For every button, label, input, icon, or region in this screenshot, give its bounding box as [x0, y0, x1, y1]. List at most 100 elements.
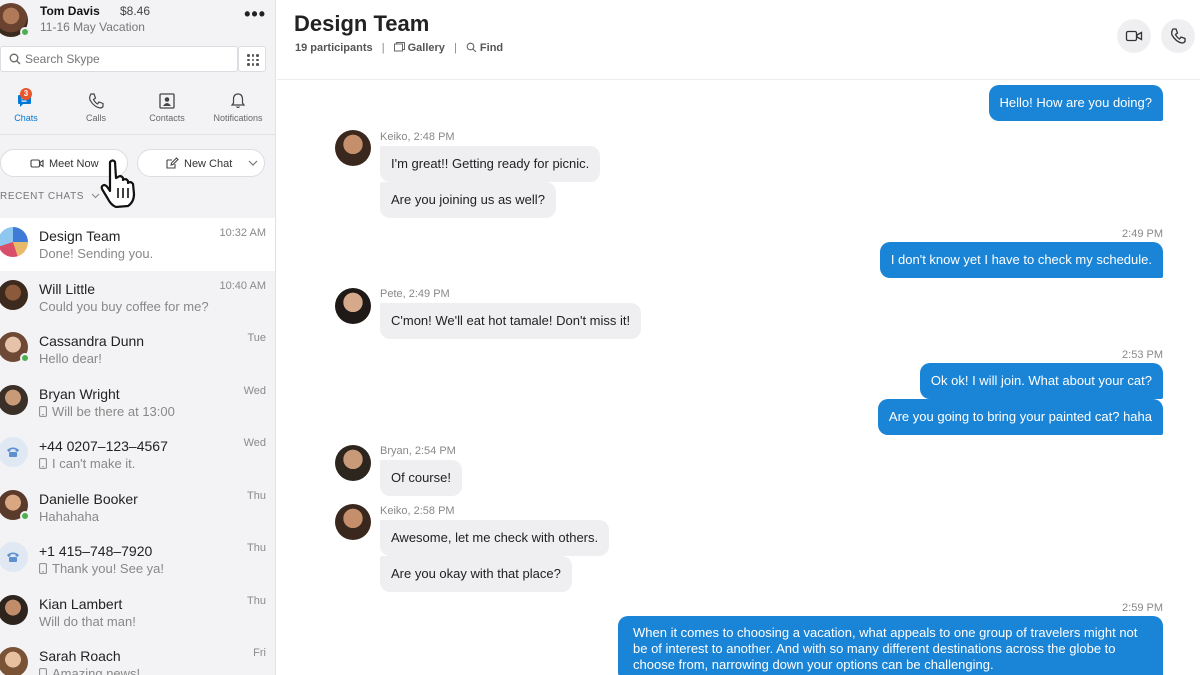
profile-name: Tom Davis — [40, 4, 100, 18]
sender-avatar[interactable] — [335, 504, 371, 540]
chat-item-design-team[interactable]: Design Team 10:32 AM Done! Sending you. — [0, 218, 275, 271]
phone-icon — [7, 447, 19, 457]
sender-info: Keiko, 2:58 PM — [380, 505, 455, 517]
chat-item-will-little[interactable]: Will Little 10:40 AM Could you buy coffe… — [0, 271, 275, 324]
chat-item-phone-contact-uk[interactable]: +44 0207–123–4567 Wed I can't make it. — [0, 428, 275, 481]
chat-name: Sarah Roach — [39, 648, 121, 664]
incoming-message[interactable]: Are you joining us as well? — [380, 182, 556, 218]
search-input[interactable] — [25, 50, 225, 68]
incoming-message[interactable]: Awesome, let me check with others. — [380, 520, 610, 556]
tab-label: Contacts — [149, 113, 185, 123]
sidebar: Tom Davis $8.46 11-16 May Vacation ••• 3… — [0, 0, 276, 675]
phone-contact-avatar — [0, 542, 28, 572]
tab-chats[interactable]: 3 Chats — [0, 86, 61, 130]
recent-chats-header[interactable]: RECENT CHATS — [0, 191, 100, 202]
audio-call-button[interactable] — [1161, 19, 1195, 53]
chat-time: Thu — [247, 489, 266, 502]
chat-item-danielle-booker[interactable]: Danielle Booker Thu Hahahaha — [0, 481, 275, 534]
more-options-button[interactable]: ••• — [244, 4, 266, 25]
tab-calls[interactable]: Calls — [61, 86, 131, 130]
outgoing-message[interactable]: Hello! How are you doing? — [988, 85, 1163, 121]
chat-time: Fri — [253, 647, 266, 659]
sender-info: Bryan, 2:54 PM — [380, 445, 456, 457]
chat-item-phone-contact-us[interactable]: +1 415–748–7920 Thu Thank you! See ya! — [0, 533, 275, 586]
mobile-phone-icon — [39, 405, 47, 417]
incoming-message[interactable]: I'm great!! Getting ready for picnic. — [380, 146, 601, 182]
outgoing-message[interactable]: I don't know yet I have to check my sche… — [879, 242, 1163, 278]
person-avatar — [0, 594, 28, 625]
chat-name: +1 415–748–7920 — [39, 543, 153, 559]
sender-avatar[interactable] — [335, 445, 371, 481]
conversation-meta: 19 participants | Gallery | Find — [295, 42, 503, 54]
message-time: 2:49 PM — [1122, 228, 1163, 240]
sender-avatar[interactable] — [335, 130, 371, 166]
chat-name: Cassandra Dunn — [39, 333, 145, 349]
video-call-button[interactable] — [1117, 19, 1151, 53]
chat-preview: Hello dear! — [39, 351, 102, 366]
sender-info: Pete, 2:49 PM — [380, 288, 450, 300]
incoming-message[interactable]: Of course! — [380, 460, 462, 496]
chat-item-cassandra-dunn[interactable]: Cassandra Dunn Tue Hello dear! — [0, 323, 275, 376]
meet-now-label: Meet Now — [49, 158, 99, 170]
chat-time: Wed — [243, 384, 266, 397]
chat-item-bryan-wright[interactable]: Bryan Wright Wed Will be there at 13:00 — [0, 376, 275, 429]
skype-credit: $8.46 — [120, 4, 151, 18]
person-avatar — [0, 279, 28, 310]
chat-preview: Done! Sending you. — [39, 246, 154, 261]
unread-badge: 3 — [20, 88, 32, 100]
video-camera-icon — [30, 159, 44, 168]
online-status-indicator — [20, 353, 30, 363]
participants-count[interactable]: 19 participants — [295, 42, 373, 54]
recent-chats-list: Design Team 10:32 AM Done! Sending you. … — [0, 218, 275, 675]
chevron-down-icon[interactable] — [248, 159, 258, 167]
search-box[interactable] — [0, 46, 238, 72]
outgoing-message[interactable]: When it comes to choosing a vacation, wh… — [618, 616, 1163, 675]
gallery-link[interactable]: Gallery — [393, 42, 445, 54]
video-camera-icon — [1125, 30, 1143, 42]
person-avatar — [0, 647, 28, 675]
chat-name: Will Little — [39, 280, 96, 297]
dialpad-button[interactable] — [238, 46, 266, 72]
tab-notifications[interactable]: Notifications — [203, 86, 273, 130]
mobile-phone-icon — [39, 563, 47, 574]
new-chat-button[interactable]: New Chat — [137, 149, 265, 177]
outgoing-message[interactable]: Ok ok! I will join. What about your cat? — [919, 363, 1163, 399]
online-status-indicator — [20, 510, 30, 521]
incoming-message[interactable]: C'mon! We'll eat hot tamale! Don't miss … — [380, 303, 642, 339]
incoming-message[interactable]: Are you okay with that place? — [380, 556, 572, 592]
conversation-title[interactable]: Design Team — [294, 11, 429, 37]
mood-message: 11-16 May Vacation — [40, 20, 145, 34]
chat-name: Design Team — [39, 228, 121, 244]
bell-icon — [230, 93, 246, 109]
phone-contact-avatar — [0, 437, 28, 467]
chat-item-kian-lambert[interactable]: Kian Lambert Thu Will do that man! — [0, 586, 275, 639]
sender-avatar[interactable] — [335, 288, 371, 324]
outgoing-message[interactable]: Are you going to bring your painted cat?… — [877, 399, 1163, 435]
divider: | — [381, 42, 385, 54]
chat-name: +44 0207–123–4567 — [39, 438, 168, 454]
divider: | — [454, 42, 457, 54]
chat-time: Wed — [243, 437, 266, 449]
phone-icon — [7, 552, 19, 562]
message-time: 2:53 PM — [1122, 349, 1163, 361]
tab-contacts[interactable]: Contacts — [132, 86, 202, 130]
chat-preview: Amazing news! — [39, 666, 140, 675]
navigation-tabs: 3 Chats Calls Contacts Notifications — [0, 86, 275, 130]
message-list: Hello! How are you doing? Keiko, 2:48 PM… — [277, 81, 1200, 675]
chat-item-sarah-roach[interactable]: Sarah Roach Fri Amazing news! — [0, 638, 275, 675]
tab-label: Calls — [85, 113, 106, 123]
dialpad-icon — [247, 54, 250, 57]
chat-preview: Will do that man! — [39, 613, 136, 629]
search-icon — [466, 42, 477, 52]
profile-header[interactable]: Tom Davis $8.46 11-16 May Vacation ••• — [0, 0, 275, 42]
profile-avatar[interactable] — [0, 3, 30, 37]
chat-time: Thu — [247, 594, 266, 607]
gallery-icon — [393, 42, 405, 52]
chat-time: 10:32 AM — [219, 227, 266, 239]
divider — [0, 134, 275, 135]
chat-time: Tue — [247, 332, 266, 344]
find-link[interactable]: Find — [466, 42, 503, 54]
conversation-header: Design Team 19 participants | Gallery | … — [277, 0, 1200, 80]
mobile-phone-icon — [39, 458, 47, 469]
chat-time: 10:40 AM — [219, 279, 266, 292]
